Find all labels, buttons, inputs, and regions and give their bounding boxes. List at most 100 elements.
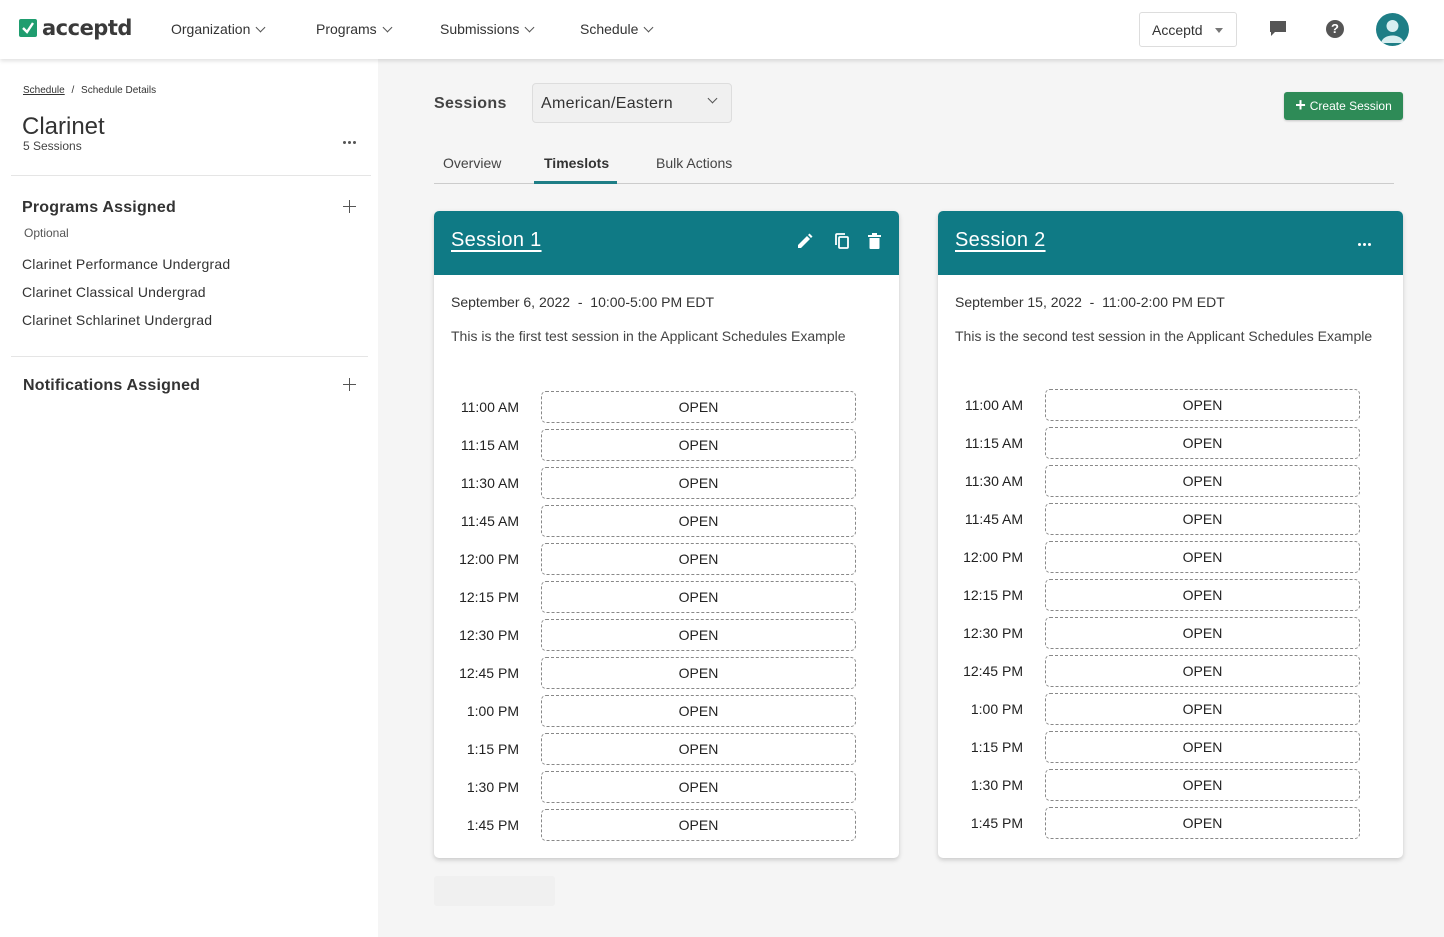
create-session-button[interactable]: + Create Session (1284, 92, 1403, 120)
programs-assigned-title: Programs Assigned (22, 199, 176, 216)
timeslot-row: 12:45 PM OPEN (434, 657, 899, 689)
chat-icon[interactable] (1269, 20, 1287, 43)
timeslot-time: 1:30 PM (970, 777, 1023, 793)
edit-icon[interactable] (796, 233, 813, 255)
timezone-select[interactable]: American/Eastern (532, 83, 732, 123)
timeslot-time: 12:15 PM (963, 587, 1023, 603)
timeslot-row: 1:30 PM OPEN (434, 771, 899, 803)
more-options-icon[interactable] (343, 141, 356, 144)
timeslot-button[interactable]: OPEN (1045, 655, 1360, 687)
chevron-down-icon (255, 22, 266, 32)
breadcrumb-schedule-link[interactable]: Schedule (23, 85, 65, 96)
timeslot-time: 12:00 PM (459, 551, 519, 567)
timeslot-time: 12:30 PM (963, 625, 1023, 641)
timeslot-row: 1:30 PM OPEN (938, 769, 1403, 801)
page-title: Clarinet (22, 113, 105, 140)
organization-select-value: Acceptd (1152, 21, 1203, 38)
timeslot-time: 11:30 AM (460, 475, 519, 491)
timeslot-button[interactable]: OPEN (541, 809, 856, 841)
timeslot-button[interactable]: OPEN (1045, 541, 1360, 573)
timeslot-button[interactable]: OPEN (1045, 731, 1360, 763)
nav-programs[interactable]: Programs (316, 21, 393, 37)
breadcrumb-separator: / (71, 85, 75, 96)
tab-bulk-actions[interactable]: Bulk Actions (656, 155, 732, 171)
timeslot-button[interactable]: OPEN (541, 505, 856, 537)
timeslot-button[interactable]: OPEN (1045, 465, 1360, 497)
timeslot-button[interactable]: OPEN (541, 695, 856, 727)
timeslot-time: 1:15 PM (466, 741, 519, 757)
timeslot-button[interactable]: OPEN (541, 429, 856, 461)
timeslot-button[interactable]: OPEN (1045, 693, 1360, 725)
programs-optional-label: Optional (24, 226, 69, 240)
copy-icon[interactable] (835, 233, 850, 255)
timeslot-button[interactable]: OPEN (1045, 807, 1360, 839)
timeslot-row: 1:15 PM OPEN (938, 731, 1403, 763)
timeslot-row: 12:15 PM OPEN (434, 581, 899, 613)
timeslot-time: 12:45 PM (963, 663, 1023, 679)
timeslot-button[interactable]: OPEN (541, 771, 856, 803)
timeslot-button[interactable]: OPEN (1045, 579, 1360, 611)
brand-name: acceptd (42, 16, 132, 40)
timeslot-row: 11:15 AM OPEN (938, 427, 1403, 459)
brand-logo[interactable]: acceptd (19, 16, 132, 40)
delete-icon[interactable] (868, 233, 881, 254)
session-count: 5 Sessions (23, 139, 82, 153)
timeslot-row: 1:00 PM OPEN (434, 695, 899, 727)
more-options-icon[interactable] (1358, 243, 1371, 246)
timeslot-button[interactable]: OPEN (1045, 389, 1360, 421)
timeslot-button[interactable]: OPEN (541, 581, 856, 613)
loading-placeholder (434, 876, 555, 906)
timeslot-row: 12:00 PM OPEN (434, 543, 899, 575)
tab-timeslots[interactable]: Timeslots (544, 155, 609, 171)
timeslot-button[interactable]: OPEN (541, 657, 856, 689)
timeslot-row: 1:15 PM OPEN (434, 733, 899, 765)
timeslot-time: 1:30 PM (466, 779, 519, 795)
check-logo-icon (19, 19, 37, 37)
chevron-down-icon (382, 22, 393, 32)
timeslot-row: 11:00 AM OPEN (938, 389, 1403, 421)
avatar[interactable] (1376, 13, 1409, 46)
timeslot-button[interactable]: OPEN (541, 543, 856, 575)
create-session-label: Create Session (1309, 99, 1392, 113)
timeslot-row: 12:30 PM OPEN (938, 617, 1403, 649)
timeslot-time: 1:00 PM (466, 703, 519, 719)
timeslot-time: 11:45 AM (460, 513, 519, 529)
chevron-down-icon (643, 22, 654, 32)
tab-overview[interactable]: Overview (443, 155, 501, 171)
session-description: This is the first test session in the Ap… (451, 328, 846, 344)
organization-select[interactable]: Acceptd (1139, 12, 1237, 47)
timeslot-button[interactable]: OPEN (541, 733, 856, 765)
session-date: September 15, 2022 - 11:00-2:00 PM EDT (955, 294, 1225, 310)
session-title-link[interactable]: Session 2 (955, 229, 1046, 252)
top-navigation: acceptd Organization Programs Submission… (0, 0, 1444, 59)
timeslot-time: 1:00 PM (970, 701, 1023, 717)
timeslot-row: 11:15 AM OPEN (434, 429, 899, 461)
timeslot-button[interactable]: OPEN (541, 467, 856, 499)
timeslot-row: 12:30 PM OPEN (434, 619, 899, 651)
timeslot-button[interactable]: OPEN (541, 391, 856, 423)
nav-organization-label: Organization (171, 21, 251, 37)
timezone-select-value: American/Eastern (541, 95, 673, 112)
session-title-link[interactable]: Session 1 (451, 229, 542, 252)
session-card-header: Session 2 (938, 211, 1403, 275)
nav-schedule[interactable]: Schedule (580, 21, 654, 37)
add-program-icon[interactable] (343, 200, 356, 213)
timeslot-button[interactable]: OPEN (1045, 503, 1360, 535)
timeslot-button[interactable]: OPEN (1045, 427, 1360, 459)
help-icon[interactable]: ? (1326, 20, 1344, 38)
session-date: September 6, 2022 - 10:00-5:00 PM EDT (451, 294, 715, 310)
program-item: Clarinet Schlarinet Undergrad (22, 312, 213, 328)
timeslot-time: 11:15 AM (460, 437, 519, 453)
caret-down-icon (1215, 28, 1223, 33)
timeslot-button[interactable]: OPEN (1045, 617, 1360, 649)
add-notification-icon[interactable] (343, 378, 356, 391)
timeslot-button[interactable]: OPEN (541, 619, 856, 651)
timeslot-button[interactable]: OPEN (1045, 769, 1360, 801)
nav-submissions[interactable]: Submissions (440, 21, 535, 37)
timeslot-row: 11:45 AM OPEN (938, 503, 1403, 535)
divider (11, 356, 368, 357)
session-card: Session 2 September 15, 2022 - 11:00-2:0… (938, 211, 1403, 858)
nav-organization[interactable]: Organization (171, 21, 266, 37)
timeslot-time: 11:30 AM (964, 473, 1023, 489)
timeslot-time: 11:00 AM (964, 397, 1023, 413)
